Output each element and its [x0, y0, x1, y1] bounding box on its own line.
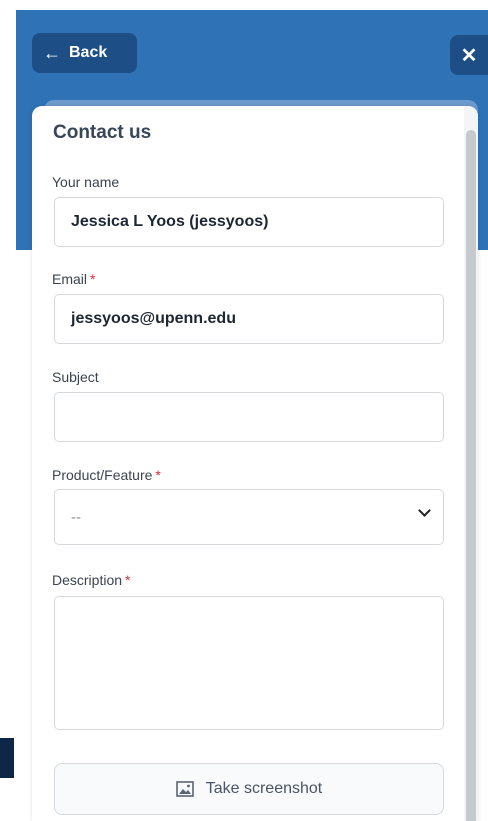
product-select-value: -- [71, 508, 81, 526]
scrollbar-thumb[interactable] [466, 130, 476, 821]
required-mark: * [90, 271, 96, 287]
subject-field[interactable] [54, 392, 444, 442]
close-icon: ✕ [460, 44, 478, 67]
background-page-fragment [0, 738, 14, 778]
image-icon [175, 781, 194, 797]
subject-label: Subject [52, 369, 99, 385]
close-button[interactable]: ✕ [450, 35, 488, 75]
take-screenshot-label: Take screenshot [205, 780, 323, 797]
product-select[interactable]: -- [54, 489, 444, 545]
required-mark: * [125, 572, 131, 588]
back-button[interactable]: ← Back [32, 33, 137, 73]
description-label: Description * [52, 572, 131, 588]
name-label: Your name [52, 174, 120, 190]
product-label: Product/Feature * [52, 467, 161, 483]
arrow-left-icon: ← [43, 43, 61, 63]
take-screenshot-button[interactable]: Take screenshot [54, 763, 444, 815]
contact-panel: Contact us Your name Jessica L Yoos (jes… [32, 106, 478, 821]
scrollbar[interactable] [464, 106, 478, 821]
email-field-value: jessyoos@upenn.edu [71, 310, 236, 327]
page-title: Contact us [53, 122, 152, 143]
email-field[interactable]: jessyoos@upenn.edu [54, 294, 444, 344]
chevron-down-icon [418, 504, 431, 517]
description-field[interactable] [54, 596, 444, 730]
name-field-value: Jessica L Yoos (jessyoos) [71, 213, 269, 230]
name-field[interactable]: Jessica L Yoos (jessyoos) [54, 197, 444, 247]
required-mark: * [155, 467, 161, 483]
back-button-label: Back [69, 44, 108, 61]
email-label: Email * [52, 271, 96, 287]
